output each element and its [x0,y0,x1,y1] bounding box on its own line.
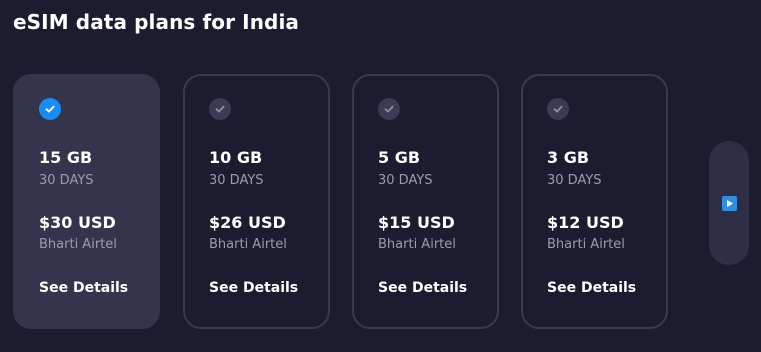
plan-carrier: Bharti Airtel [547,237,625,252]
plan-data-size: 3 GB [547,148,590,167]
carousel-next-button[interactable] [709,141,749,265]
check-icon [378,98,400,120]
plan-duration: 30 DAYS [39,173,94,188]
see-details-link[interactable]: See Details [209,278,298,298]
plan-carrier: Bharti Airtel [209,237,287,252]
play-arrow-icon [721,195,737,211]
plan-price: $26 USD [209,213,286,232]
plan-data-size: 10 GB [209,148,263,167]
plan-card-5gb[interactable]: 5 GB 30 DAYS $15 USD Bharti Airtel See D… [352,74,499,329]
plan-data-size: 15 GB [39,148,93,167]
esim-plans-page: eSIM data plans for India 15 GB 30 DAYS … [0,0,761,352]
check-icon [547,98,569,120]
plan-carrier: Bharti Airtel [378,237,456,252]
plan-data-size: 5 GB [378,148,421,167]
plan-price: $30 USD [39,213,116,232]
page-title: eSIM data plans for India [13,10,299,34]
plan-duration: 30 DAYS [378,173,433,188]
plan-card-15gb[interactable]: 15 GB 30 DAYS $30 USD Bharti Airtel See … [13,74,160,329]
plan-cards-row: 15 GB 30 DAYS $30 USD Bharti Airtel See … [13,74,713,333]
plan-price: $15 USD [378,213,455,232]
see-details-link[interactable]: See Details [39,278,128,298]
plan-carrier: Bharti Airtel [39,237,117,252]
plan-duration: 30 DAYS [209,173,264,188]
see-details-link[interactable]: See Details [378,278,467,298]
plan-card-10gb[interactable]: 10 GB 30 DAYS $26 USD Bharti Airtel See … [183,74,330,329]
check-icon [209,98,231,120]
plan-duration: 30 DAYS [547,173,602,188]
check-icon [39,98,61,120]
see-details-link[interactable]: See Details [547,278,636,298]
plan-card-3gb[interactable]: 3 GB 30 DAYS $12 USD Bharti Airtel See D… [521,74,668,329]
plan-price: $12 USD [547,213,624,232]
